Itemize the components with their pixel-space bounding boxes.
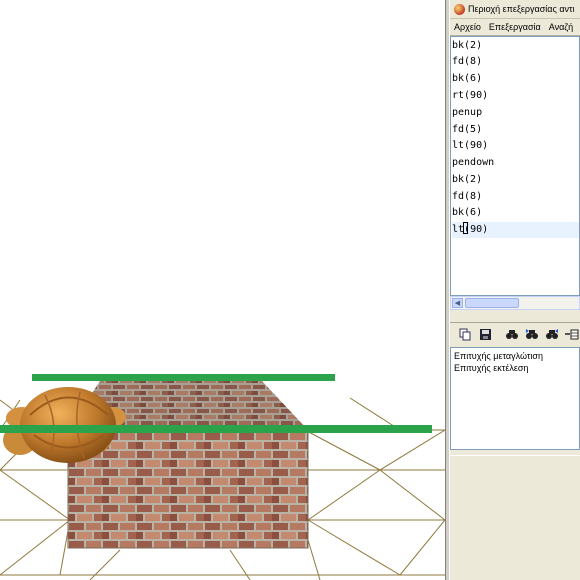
code-editor-panel: Περιοχή επεξεργασίας αντι Αρχείο Επεξεργα…	[450, 0, 580, 580]
code-line: bk(2)	[452, 174, 483, 185]
find-icon[interactable]	[504, 328, 519, 342]
code-line: lt(90)	[452, 140, 489, 151]
message-line: Επιτυχής εκτέλεση	[454, 363, 529, 373]
scene-viewport[interactable]	[0, 0, 445, 580]
find-previous-icon[interactable]	[524, 328, 539, 342]
scrollbar-thumb[interactable]	[465, 298, 519, 308]
turtle-trail-back	[32, 374, 335, 381]
code-line: bk(2)	[452, 40, 483, 51]
scene-canvas	[0, 374, 445, 580]
app-icon	[454, 4, 465, 16]
code-line: fd(8)	[452, 191, 483, 202]
menu-bar: Αρχείο Επεξεργασία Αναζή	[450, 19, 580, 36]
empty-panel-area	[450, 455, 580, 580]
code-editor[interactable]: bk(2) fd(8) bk(6) rt(90) penup fd(5) lt(…	[450, 36, 580, 296]
code-line: bk(6)	[452, 73, 483, 84]
message-toolbar	[450, 324, 580, 346]
menu-search[interactable]: Αναζή	[545, 19, 577, 35]
code-line: bk(6)	[452, 207, 483, 218]
code-line-current: lt(90)	[452, 222, 579, 238]
code-after-caret: (90)	[464, 224, 489, 235]
scroll-left-icon[interactable]: ◀	[452, 298, 463, 308]
find-next-icon[interactable]	[544, 328, 559, 342]
code-line: fd(5)	[452, 124, 483, 135]
code-line: pendown	[452, 157, 495, 168]
copy-icon[interactable]	[458, 328, 473, 342]
code-line: penup	[452, 107, 483, 118]
menu-edit[interactable]: Επεξεργασία	[485, 19, 545, 35]
save-icon[interactable]	[478, 328, 493, 342]
editor-title-bar: Περιοχή επεξεργασίας αντι	[450, 0, 580, 19]
panel-divider	[450, 310, 580, 323]
message-line: Επιτυχής μεταγλώτιση	[454, 351, 543, 361]
menu-file[interactable]: Αρχείο	[450, 19, 485, 35]
window-title: Περιοχή επεξεργασίας αντι	[468, 4, 575, 14]
turtle-trail-front	[0, 425, 432, 433]
code-line: fd(8)	[452, 56, 483, 67]
insert-row-icon[interactable]	[564, 328, 579, 342]
code-line: rt(90)	[452, 90, 489, 101]
message-output-box: Επιτυχής μεταγλώτιση Επιτυχής εκτέλεση	[450, 347, 580, 450]
editor-horizontal-scrollbar[interactable]: ◀	[450, 296, 580, 310]
